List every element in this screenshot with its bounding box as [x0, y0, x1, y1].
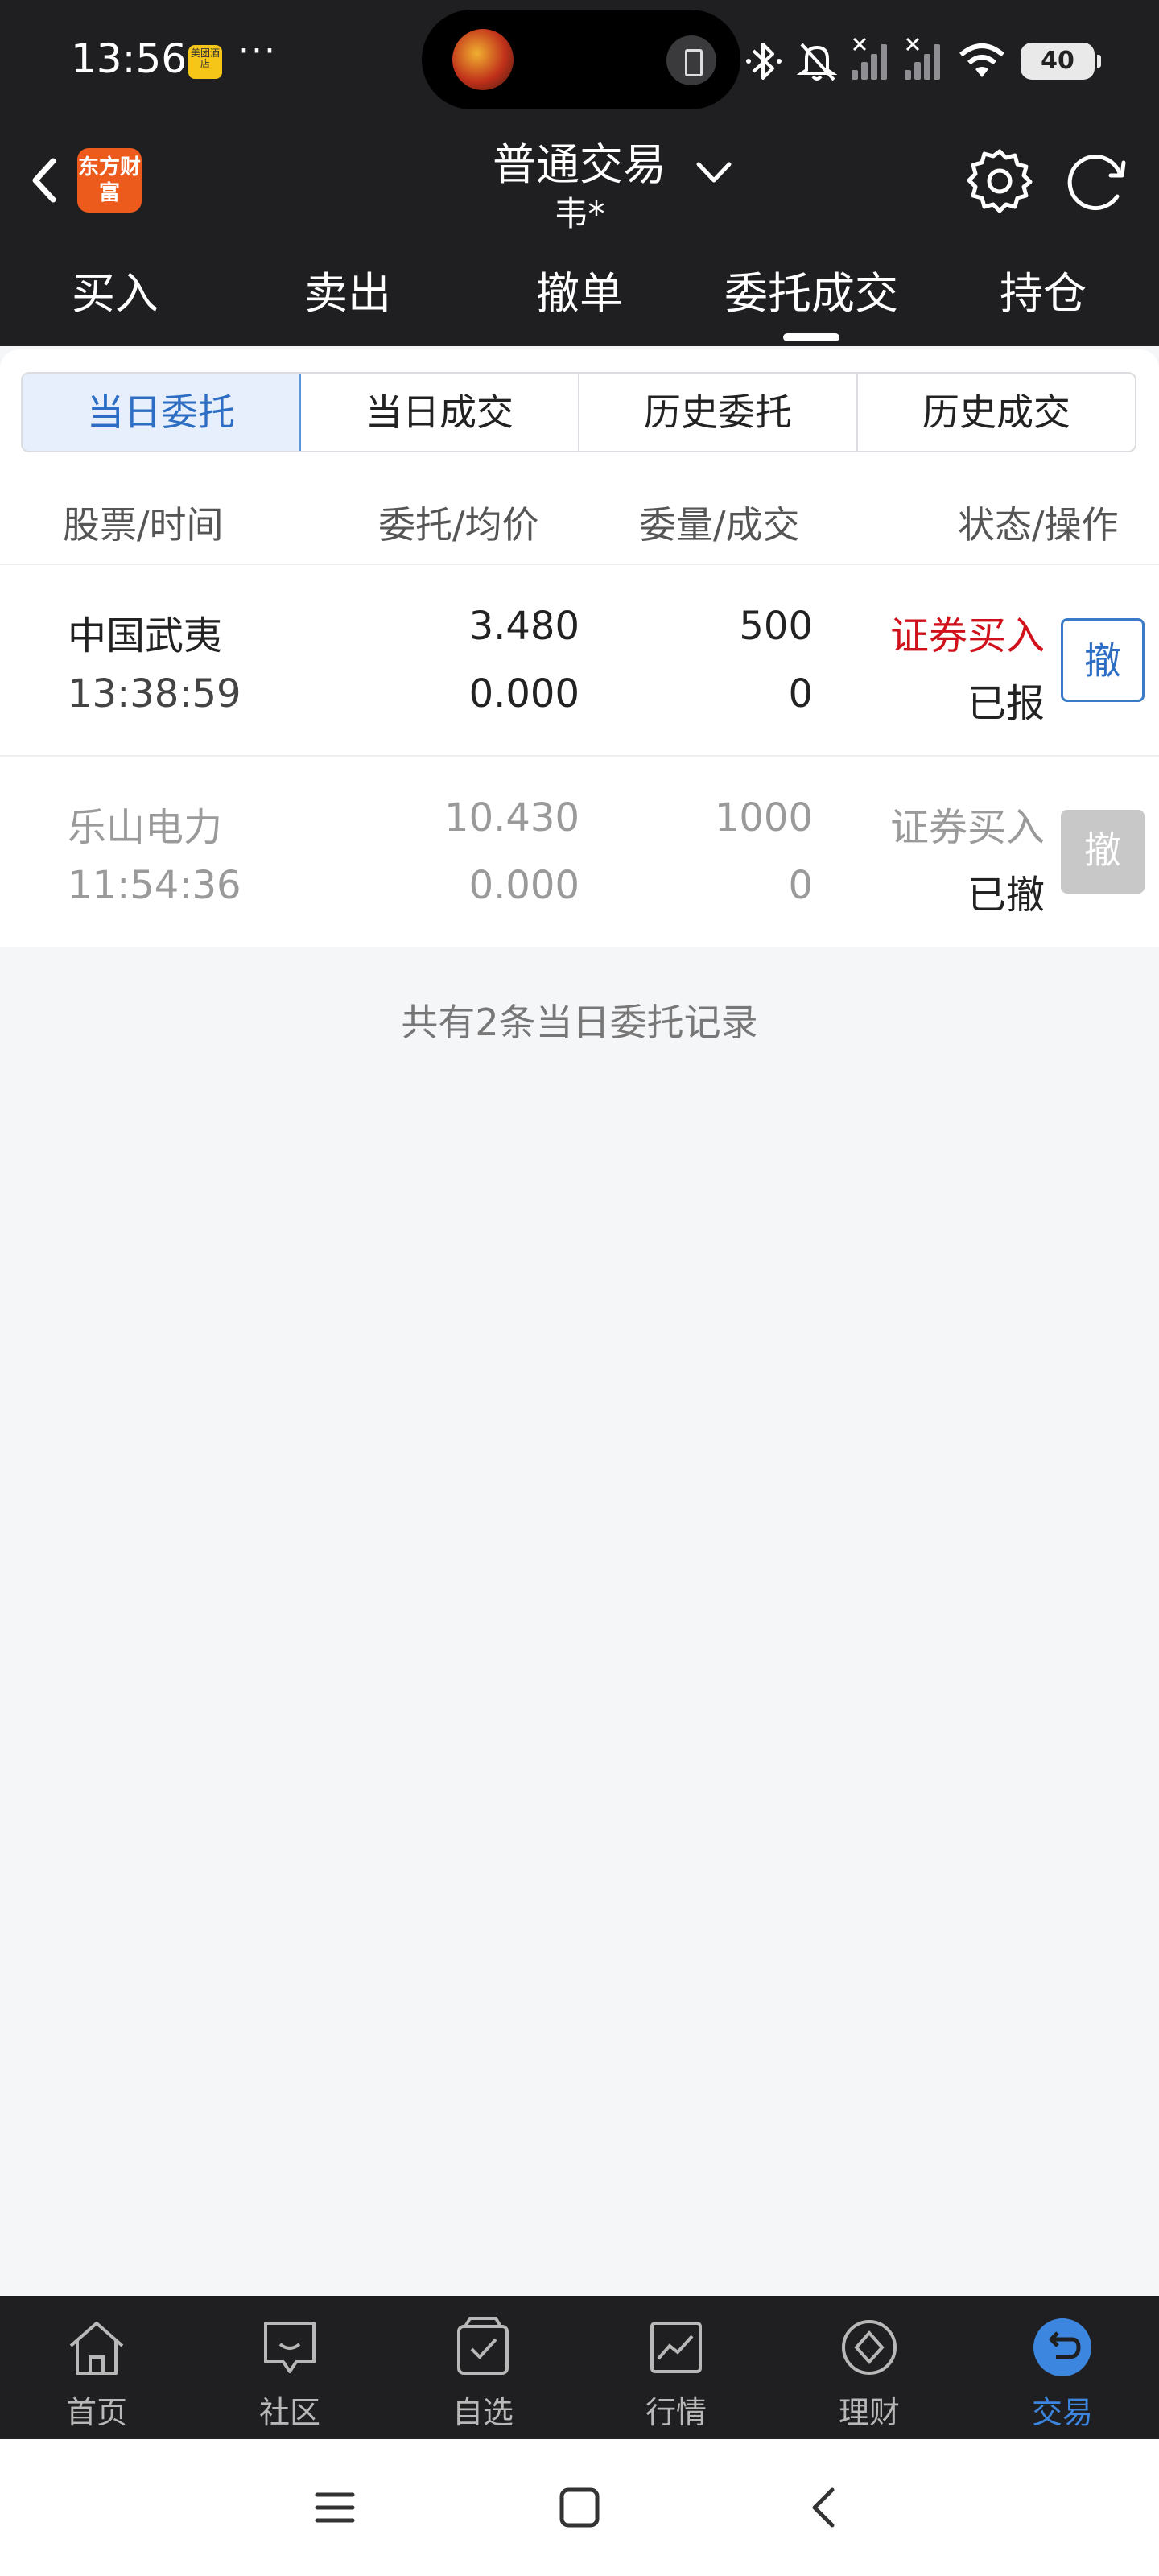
home-icon — [69, 2322, 124, 2375]
media-artwork-icon — [452, 29, 514, 90]
back-button-icon[interactable] — [800, 2483, 848, 2532]
order-quantity: 1000 — [714, 795, 813, 840]
chart-icon — [650, 2322, 702, 2373]
tab-positions[interactable]: 持仓 — [938, 258, 1148, 321]
dynamic-island[interactable] — [422, 10, 740, 109]
subtab-today-trades[interactable]: 当日成交 — [301, 374, 580, 451]
subtab-history-orders[interactable]: 历史委托 — [580, 374, 858, 451]
system-navigation-bar — [0, 2439, 1159, 2576]
order-price: 10.430 — [444, 795, 580, 840]
status-bar: 13:56 美团酒店 ··· 40 — [0, 0, 1159, 121]
nav-market[interactable]: 行情 — [580, 2296, 773, 2439]
system-icons: 40 — [745, 29, 1101, 93]
nav-wealth-label: 理财 — [838, 2395, 900, 2430]
battery-indicator: 40 — [1021, 43, 1101, 80]
wifi-icon — [959, 43, 1004, 77]
mute-bell-icon — [797, 43, 837, 81]
chat-icon — [264, 2322, 316, 2373]
nav-trade-label: 交易 — [1031, 2395, 1093, 2430]
menu-icon[interactable] — [311, 2483, 359, 2532]
active-tab-indicator — [783, 333, 839, 341]
tab-sell[interactable]: 卖出 — [243, 258, 452, 321]
filled-quantity: 0 — [788, 671, 813, 716]
sub-tab-bar: 当日委托 当日成交 历史委托 历史成交 — [21, 372, 1136, 452]
nav-home-label: 首页 — [65, 2395, 127, 2430]
calculator-icon — [666, 35, 716, 85]
signal-icon-sim2 — [905, 37, 943, 80]
nav-watchlist-label: 自选 — [452, 2395, 514, 2430]
app-header: 东方财富 普通交易 韦* 买入 卖出 撤单 委托成交 持仓 — [0, 121, 1159, 346]
order-time: 11:54:36 — [68, 863, 241, 908]
stock-name: 中国武夷 — [68, 613, 223, 658]
cancel-order-button-disabled: 撤 — [1061, 810, 1145, 894]
chevron-down-icon[interactable] — [694, 156, 734, 188]
order-price: 3.480 — [468, 604, 580, 649]
home-button-icon[interactable] — [555, 2483, 604, 2532]
gear-icon[interactable] — [964, 145, 1035, 216]
filled-quantity: 0 — [788, 863, 813, 908]
records-summary: 共有2条当日委托记录 — [401, 1001, 758, 1044]
order-direction: 证券买入 — [889, 613, 1045, 658]
nav-wealth[interactable]: 理财 — [773, 2296, 966, 2439]
column-header-quantity: 委量/成交 — [639, 503, 800, 547]
content-panel: 当日委托 当日成交 历史委托 历史成交 股票/时间 委托/均价 委量/成交 状态… — [0, 349, 1159, 2294]
cancel-order-button[interactable]: 撤 — [1061, 618, 1145, 702]
bluetooth-icon — [746, 43, 782, 80]
order-status: 已报 — [967, 681, 1045, 726]
status-time: 13:56 — [71, 35, 188, 82]
meituan-hotel-icon: 美团酒店 — [188, 45, 222, 79]
order-time: 13:38:59 — [68, 671, 241, 716]
nav-watchlist[interactable]: 自选 — [386, 2296, 580, 2439]
tab-cancel-order[interactable]: 撤单 — [475, 258, 684, 321]
more-notifications-icon: ··· — [238, 31, 277, 72]
tab-orders-trades[interactable]: 委托成交 — [707, 258, 916, 321]
watchlist-icon — [457, 2317, 509, 2375]
nav-home[interactable]: 首页 — [0, 2296, 193, 2439]
nav-trade[interactable]: 交易 — [966, 2296, 1159, 2439]
trade-icon — [1033, 2318, 1091, 2376]
stock-name: 乐山电力 — [68, 805, 223, 850]
column-header-price: 委托/均价 — [378, 503, 539, 547]
tab-buy[interactable]: 买入 — [10, 258, 220, 321]
column-header-stock-time: 股票/时间 — [63, 503, 224, 547]
signal-icon-sim1 — [852, 37, 890, 80]
order-quantity: 500 — [739, 604, 813, 649]
wealth-icon — [842, 2320, 897, 2375]
order-row[interactable]: 中国武夷 13:38:59 3.480 0.000 500 0 证券买入 已报 … — [0, 565, 1159, 755]
refresh-icon[interactable] — [1061, 145, 1133, 217]
subtab-today-orders[interactable]: 当日委托 — [23, 374, 301, 451]
nav-community[interactable]: 社区 — [193, 2296, 386, 2439]
column-header-status-action: 状态/操作 — [958, 503, 1119, 547]
nav-market-label: 行情 — [645, 2395, 707, 2430]
order-status: 已撤 — [967, 873, 1045, 918]
bottom-nav: 首页 社区 自选 行情 理财 交易 — [0, 2296, 1159, 2439]
avg-price: 0.000 — [468, 671, 580, 716]
nav-community-label: 社区 — [258, 2395, 320, 2430]
avg-price: 0.000 — [468, 863, 580, 908]
main-tab-bar: 买入 卖出 撤单 委托成交 持仓 — [0, 258, 1159, 338]
order-direction: 证券买入 — [889, 805, 1045, 850]
order-row[interactable]: 乐山电力 11:54:36 10.430 0.000 1000 0 证券买入 已… — [0, 757, 1159, 947]
subtab-history-trades[interactable]: 历史成交 — [858, 374, 1135, 451]
